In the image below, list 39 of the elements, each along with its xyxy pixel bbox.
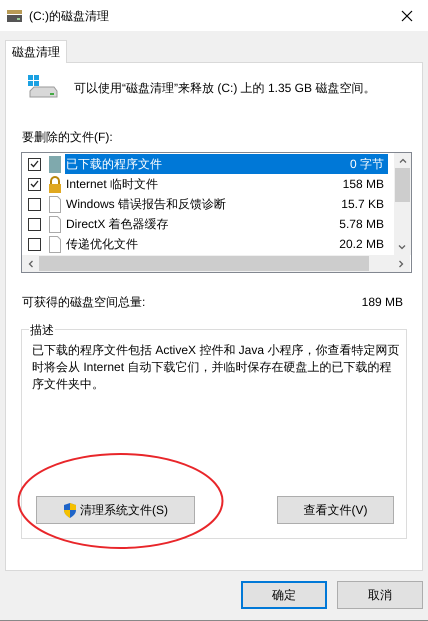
checkbox[interactable] bbox=[28, 218, 41, 230]
file-icon bbox=[48, 236, 62, 252]
dialog-button[interactable]: 确定 bbox=[241, 581, 327, 609]
scroll-left-icon[interactable] bbox=[28, 260, 33, 268]
scroll-up-icon[interactable] bbox=[398, 158, 406, 163]
scroll-down-icon[interactable] bbox=[398, 245, 406, 250]
checkbox[interactable] bbox=[28, 238, 41, 250]
file-icon bbox=[48, 216, 62, 232]
description-title: 描述 bbox=[29, 321, 55, 339]
checkbox[interactable] bbox=[28, 178, 41, 190]
padlock-icon bbox=[48, 176, 62, 192]
description-text: 已下载的程序文件包括 ActiveX 控件和 Java 小程序，你查看特定网页时将会从 Internet 自动下载它们，并临时保存在硬盘上的已下载的程序文件夹中。 bbox=[32, 342, 400, 393]
scroll-right-icon[interactable] bbox=[399, 260, 404, 268]
file-list-item[interactable]: Internet 临时文件 158 MB bbox=[65, 174, 388, 194]
file-icon bbox=[48, 196, 62, 212]
horizontal-scrollbar[interactable] bbox=[22, 255, 410, 272]
file-list-item[interactable]: 已下载的程序文件 0 字节 bbox=[65, 154, 388, 174]
shield-icon bbox=[63, 502, 77, 518]
file-list-item[interactable]: Windows 错误报告和反馈诊断 15.7 KB bbox=[65, 194, 388, 214]
intro-text: 可以使用“磁盘清理”来释放 (C:) 上的 1.35 GB 磁盘空间。 bbox=[74, 80, 376, 97]
file-list-item[interactable]: 传递优化文件 20.2 MB bbox=[65, 234, 388, 254]
clean-system-files-button[interactable]: 清理系统文件(S) bbox=[36, 496, 195, 524]
scrollbar-thumb[interactable] bbox=[39, 256, 369, 271]
checkbox[interactable] bbox=[28, 158, 41, 170]
program-files-icon bbox=[48, 156, 62, 172]
scrollbar-thumb[interactable] bbox=[395, 168, 410, 202]
checkbox[interactable] bbox=[28, 198, 41, 210]
close-icon bbox=[401, 10, 413, 22]
dialog-button[interactable]: 取消 bbox=[337, 581, 423, 609]
window-title: (C:)的磁盘清理 bbox=[29, 8, 109, 24]
total-label: 可获得的磁盘空间总量: bbox=[22, 294, 146, 311]
vertical-scrollbar[interactable] bbox=[394, 153, 411, 255]
tab[interactable]: 磁盘清理 bbox=[5, 40, 67, 63]
view-files-button[interactable]: 查看文件(V) bbox=[277, 496, 394, 524]
disk-drive-icon bbox=[6, 8, 23, 22]
file-list-item[interactable]: DirectX 着色器缓存 5.78 MB bbox=[65, 214, 388, 234]
total-value: 189 MB bbox=[362, 294, 403, 311]
files-label: 要删除的文件(F): bbox=[22, 129, 113, 146]
file-list[interactable]: 已下载的程序文件 0 字节 Internet 临时文件 158 MB Windows 错误报告和反馈诊断 15.7 KB DirectX 着色器缓存 5.78 MB 传递优化文件 20.2 MB bbox=[21, 152, 412, 273]
